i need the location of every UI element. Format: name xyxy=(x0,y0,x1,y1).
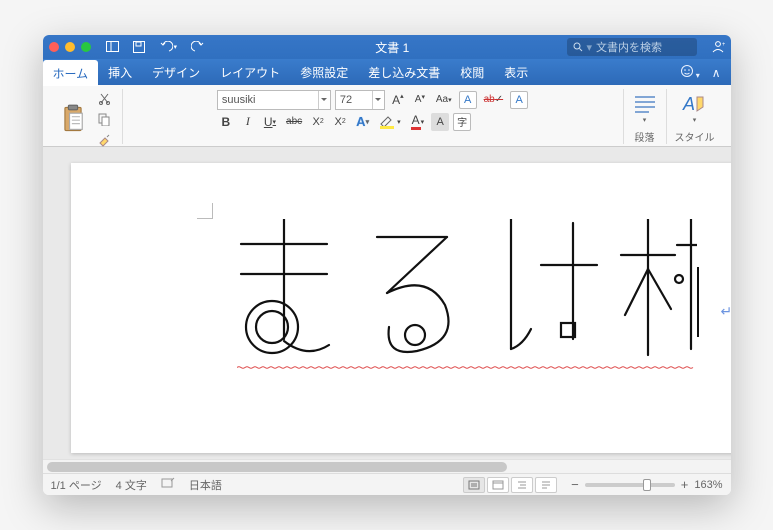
spellcheck-underline xyxy=(237,366,695,369)
titlebar: ▾ 文書 1 ▾ 文書内を検索 + xyxy=(43,35,731,59)
tab-home[interactable]: ホーム xyxy=(43,60,99,86)
tab-layout[interactable]: レイアウト xyxy=(210,59,290,85)
document-title: 文書 1 xyxy=(226,39,558,56)
copy-icon[interactable] xyxy=(95,110,114,128)
qat: ▾ xyxy=(103,38,209,56)
search-box[interactable]: ▾ 文書内を検索 xyxy=(567,38,697,56)
search-icon xyxy=(573,42,583,52)
bold-button[interactable]: B xyxy=(217,113,235,131)
print-layout-icon[interactable] xyxy=(463,477,485,493)
zoom-out-button[interactable]: − xyxy=(571,477,579,492)
tab-design[interactable]: デザイン xyxy=(142,59,210,85)
tab-insert[interactable]: 挿入 xyxy=(98,59,142,85)
enclose-char-icon[interactable]: 字 xyxy=(453,113,471,131)
spellcheck-icon[interactable] xyxy=(161,477,175,492)
strike-button[interactable]: abc xyxy=(283,113,305,131)
language-indicator[interactable]: 日本語 xyxy=(189,477,222,493)
char-border-icon[interactable]: A xyxy=(510,91,528,109)
save-icon[interactable] xyxy=(130,38,148,56)
minimize-button[interactable] xyxy=(65,42,75,52)
feedback-icon[interactable]: ▾ xyxy=(680,64,700,81)
underline-button[interactable]: U▾ xyxy=(261,113,279,131)
draft-view-icon[interactable] xyxy=(535,477,557,493)
undo-icon[interactable]: ▾ xyxy=(156,38,181,56)
svg-text:+: + xyxy=(722,42,725,48)
cut-icon[interactable] xyxy=(95,89,114,107)
maximize-button[interactable] xyxy=(81,42,91,52)
grow-font-icon[interactable]: A▴ xyxy=(389,91,407,109)
subscript-button[interactable]: X2 xyxy=(309,113,327,131)
highlight-icon[interactable]: ▾ xyxy=(376,113,404,131)
redo-icon[interactable] xyxy=(188,38,208,56)
status-bar: 1/1 ページ 4 文字 日本語 − + 163% xyxy=(43,473,731,495)
page: ↵ xyxy=(71,163,731,453)
document-area[interactable]: ↵ xyxy=(43,147,731,459)
styles-label: スタイル xyxy=(675,127,715,144)
paragraph-button[interactable]: ▾ xyxy=(632,93,658,124)
scrollbar-thumb[interactable] xyxy=(47,462,507,472)
char-shading-icon[interactable]: A xyxy=(431,113,449,131)
tab-mailings[interactable]: 差し込み文書 xyxy=(358,59,450,85)
close-button[interactable] xyxy=(49,42,59,52)
svg-text:A: A xyxy=(682,94,695,114)
horizontal-scrollbar[interactable] xyxy=(43,459,731,473)
view-buttons xyxy=(463,477,557,493)
zoom-in-button[interactable]: + xyxy=(681,477,689,492)
web-layout-icon[interactable] xyxy=(487,477,509,493)
clipboard-group: ペースト xyxy=(51,89,123,144)
tab-review[interactable]: 校閲 xyxy=(450,59,494,85)
zoom-slider[interactable] xyxy=(585,483,675,487)
tab-view[interactable]: 表示 xyxy=(494,59,538,85)
font-group: suusiki 72 A▴ A▾ Aa▾ A ab✓ A B I U▾ abc … xyxy=(123,89,624,144)
text-cursor xyxy=(697,267,699,337)
paste-button[interactable] xyxy=(59,104,87,134)
word-count[interactable]: 4 文字 xyxy=(116,477,147,493)
tab-references[interactable]: 参照設定 xyxy=(290,59,358,85)
clear-format-icon[interactable]: A xyxy=(459,91,477,109)
search-placeholder: 文書内を検索 xyxy=(596,39,662,55)
paragraph-mark-icon: ↵ xyxy=(721,303,731,320)
shrink-font-icon[interactable]: A▾ xyxy=(411,91,429,109)
zoom-control: − + 163% xyxy=(571,477,722,492)
styles-button[interactable]: A ▾ xyxy=(681,93,709,124)
collapse-ribbon-icon[interactable]: ∧ xyxy=(712,66,721,80)
account-icon[interactable]: + xyxy=(711,39,725,56)
change-case-icon[interactable]: Aa▾ xyxy=(433,91,455,109)
font-name-field[interactable]: suusiki xyxy=(217,90,331,110)
ribbon: ペースト suusiki 72 A▴ A▾ Aa▾ A ab✓ A B I U▾ xyxy=(43,85,731,147)
ribbon-tabs: ホーム 挿入 デザイン レイアウト 参照設定 差し込み文書 校閲 表示 ▾ ∧ xyxy=(43,59,731,85)
margin-corner-icon xyxy=(197,203,213,219)
window-controls xyxy=(49,42,91,52)
document-text xyxy=(237,219,697,379)
font-color-icon[interactable]: A▾ xyxy=(408,113,428,131)
italic-button[interactable]: I xyxy=(239,113,257,131)
qat-panel-icon[interactable] xyxy=(103,38,122,56)
zoom-level[interactable]: 163% xyxy=(694,479,722,491)
word-window: ▾ 文書 1 ▾ 文書内を検索 + ホーム 挿入 デザイン レイアウト 参照設定… xyxy=(43,35,731,495)
superscript-button[interactable]: X2 xyxy=(331,113,349,131)
paragraph-group: ▾ 段落 xyxy=(624,89,667,144)
styles-group: A ▾ スタイル xyxy=(667,89,723,144)
page-indicator[interactable]: 1/1 ページ xyxy=(51,477,102,493)
paragraph-label: 段落 xyxy=(635,127,655,144)
text-effects-icon[interactable]: A▾ xyxy=(353,113,372,131)
outline-view-icon[interactable] xyxy=(511,477,533,493)
phonetic-guide-icon[interactable]: ab✓ xyxy=(481,91,507,109)
font-size-field[interactable]: 72 xyxy=(335,90,385,110)
